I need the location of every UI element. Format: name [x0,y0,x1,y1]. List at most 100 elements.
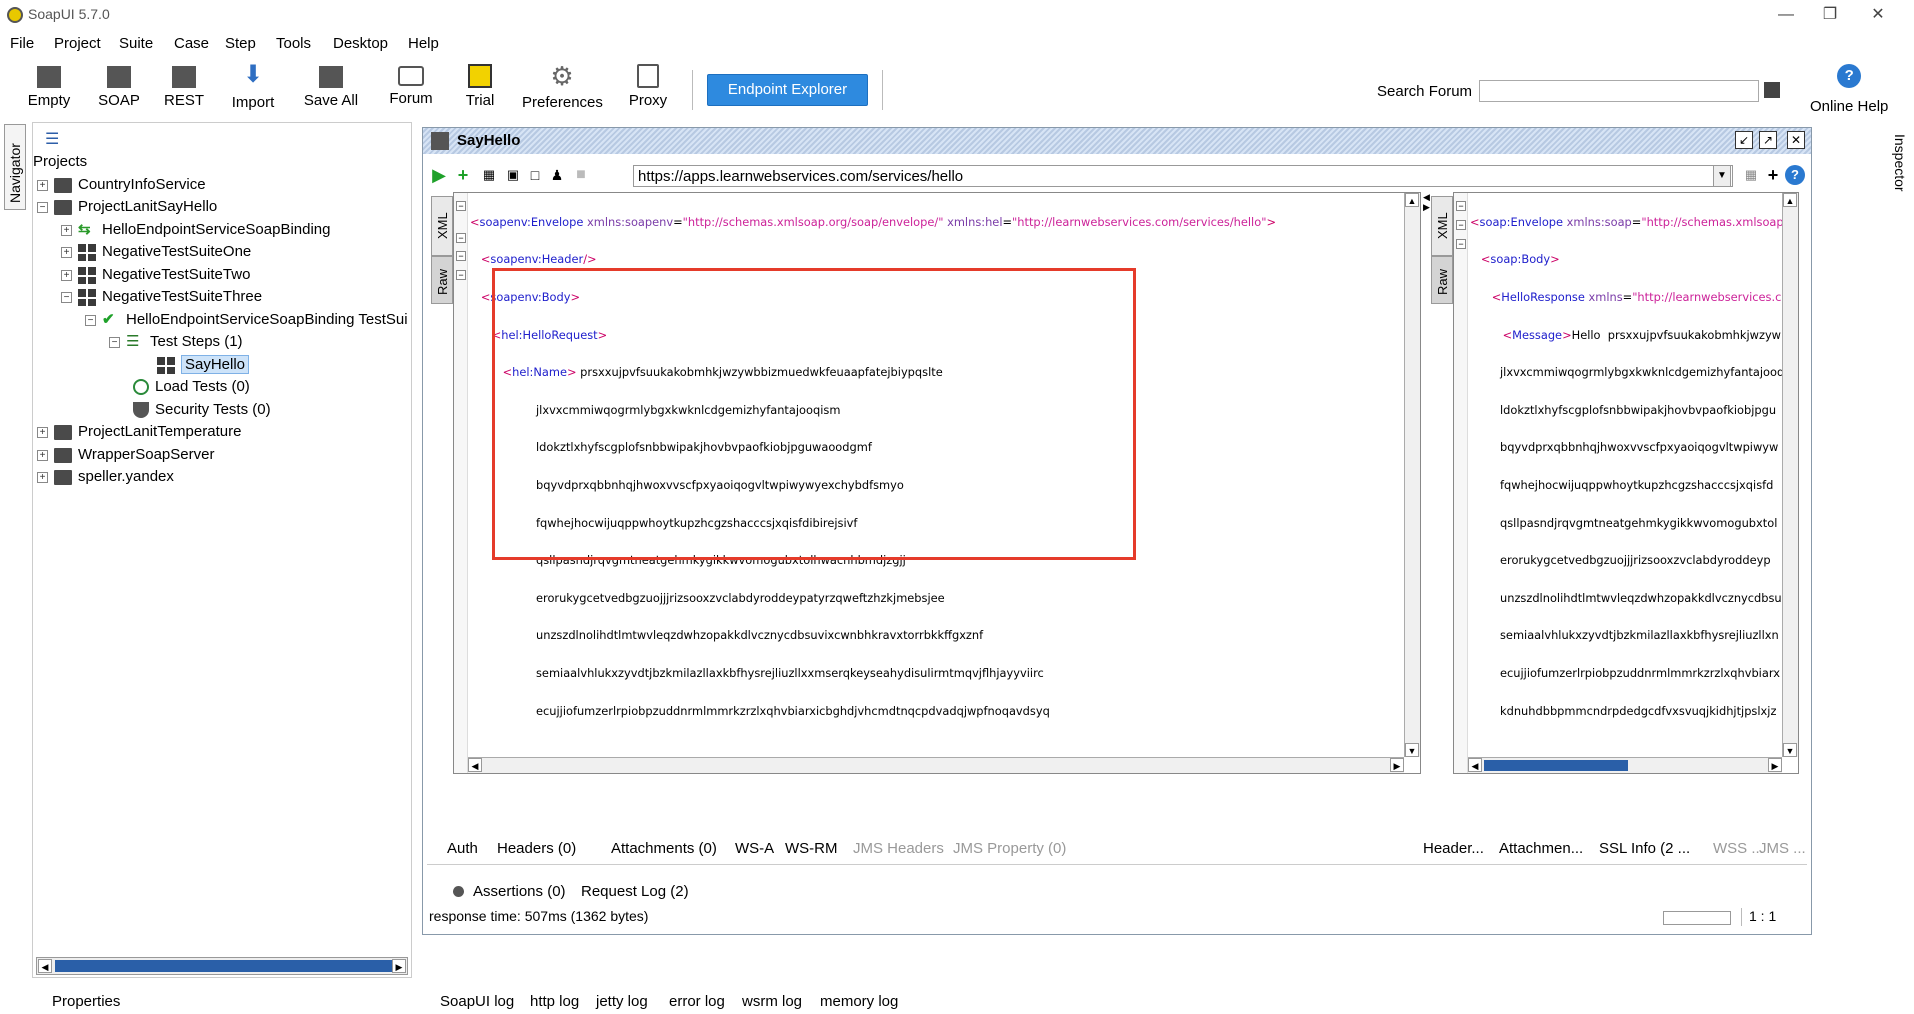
navigator-horizontal-scrollbar[interactable]: ◀ ▶ [36,957,408,975]
search-forum-input[interactable] [1479,80,1759,102]
online-help-button[interactable]: ? Online Help [1810,64,1888,115]
menu-case[interactable]: Case [174,35,209,52]
expand-icon[interactable]: + [37,449,48,461]
import-button[interactable]: ⬇ Import [228,62,278,112]
response-raw-tab[interactable]: Raw [1431,256,1453,304]
collapse-icon[interactable]: − [109,336,120,348]
expand-icon[interactable]: + [61,224,72,236]
proxy-button[interactable]: Proxy [628,62,668,109]
scroll-right-arrow-icon[interactable]: ▶ [1390,758,1404,772]
tree-item-wrappersoapserver[interactable]: + WrapperSoapServer [37,444,214,466]
menu-step[interactable]: Step [225,35,256,52]
format-icon[interactable]: ▣ [503,165,523,185]
fold-collapse-icon[interactable]: − [456,201,466,211]
request-vertical-scrollbar[interactable]: ▲ ▼ [1404,193,1420,757]
tree-item-negativetestsuitethree[interactable]: − NegativeTestSuiteThree [61,286,262,308]
preferences-button[interactable]: ⚙ Preferences [522,62,603,111]
tree-item-security-tests[interactable]: Security Tests (0) [133,399,271,421]
list-view-icon[interactable]: ☰ [45,129,59,149]
inspector-tab[interactable]: Inspector [1890,124,1910,214]
endpoint-url-field[interactable]: https://apps.learnwebservices.com/servic… [633,165,1733,187]
expand-icon[interactable]: + [37,179,48,191]
tab-ws-rm[interactable]: WS-RM [785,840,838,857]
scrollbar-thumb[interactable] [1484,760,1628,771]
create-mock-icon[interactable]: ▦ [479,165,499,185]
scrollbar-thumb[interactable] [55,960,393,972]
expand-icon[interactable]: + [37,471,48,483]
menu-tools[interactable]: Tools [276,35,311,52]
search-binoculars-icon[interactable] [1764,82,1780,98]
close-button[interactable]: ✕ [1860,3,1896,27]
tree-item-projectlanittemperature[interactable]: + ProjectLanitTemperature [37,421,241,443]
user-auth-icon[interactable]: ♟ [547,165,567,185]
menu-project[interactable]: Project [54,35,101,52]
properties-tab[interactable]: Properties [52,993,120,1010]
trial-button[interactable]: Trial [460,62,500,109]
tab-error-log[interactable]: error log [669,993,725,1010]
minimize-button[interactable]: — [1768,3,1804,27]
tree-item-projectlanitsayhello[interactable]: − ProjectLanitSayHello [37,196,217,218]
response-xml-pane[interactable]: − − − <soap:Envelope xmlns:soap="http://… [1453,192,1799,774]
url-dropdown-chevron-down-icon[interactable]: ▼ [1713,165,1731,187]
scroll-right-arrow-icon[interactable]: ▶ [392,959,406,973]
help-icon[interactable]: ? [1785,165,1805,185]
navigator-tab[interactable]: Navigator [4,124,26,210]
tab-response-attachments[interactable]: Attachmen... [1499,840,1583,857]
square-icon[interactable]: □ [525,165,545,185]
fold-collapse-icon[interactable]: − [1456,201,1466,211]
tree-item-negativetestsuitetwo[interactable]: + NegativeTestSuiteTwo [61,264,250,286]
fold-collapse-icon[interactable]: − [456,270,466,280]
tab-assertions[interactable]: Assertions (0) [473,883,566,900]
submit-request-play-icon[interactable]: ▶ [429,165,449,185]
tab-memory-log[interactable]: memory log [820,993,898,1010]
tree-item-testcase[interactable]: − ✔ HelloEndpointServiceSoapBinding TestSu… [85,309,408,331]
scroll-left-arrow-icon[interactable]: ◀ [1468,758,1482,772]
tab-http-log[interactable]: http log [530,993,579,1010]
scroll-up-arrow-icon[interactable]: ▲ [1405,193,1419,207]
splitter-arrows-icon[interactable]: ◀ ▶ [1423,192,1431,222]
fold-collapse-icon[interactable]: − [1456,239,1466,249]
expand-icon[interactable]: + [61,246,72,258]
close-editor-icon[interactable]: ✕ [1787,131,1805,149]
collapse-icon[interactable]: − [37,201,48,213]
edit-endpoint-icon[interactable]: ▦ [1741,165,1761,185]
scroll-right-arrow-icon[interactable]: ▶ [1768,758,1782,772]
menu-desktop[interactable]: Desktop [333,35,388,52]
request-raw-tab[interactable]: Raw [431,256,453,304]
maximize-button[interactable]: ❐ [1812,3,1848,27]
menu-help[interactable]: Help [408,35,439,52]
request-xml-tab[interactable]: XML [431,196,453,256]
fold-collapse-icon[interactable]: − [1456,220,1466,230]
tree-item-negativetestsuiteone[interactable]: + NegativeTestSuiteOne [61,241,251,263]
tab-ws-a[interactable]: WS-A [735,840,774,857]
tree-item-sayhello[interactable]: SayHello [157,354,250,376]
tab-attachments[interactable]: Attachments (0) [611,840,717,857]
tab-auth[interactable]: Auth [447,840,478,857]
menu-file[interactable]: File [10,35,34,52]
expand-icon[interactable]: + [37,426,48,438]
request-horizontal-scrollbar[interactable]: ◀ ▶ [468,757,1404,773]
tree-item-speller-yandex[interactable]: + speller.yandex [37,466,174,488]
fold-collapse-icon[interactable]: − [456,233,466,243]
response-vertical-scrollbar[interactable]: ▲ ▼ [1782,193,1798,757]
collapse-icon[interactable]: − [61,291,72,303]
forum-button[interactable]: Forum [388,62,434,107]
response-xml-content[interactable]: <soap:Envelope xmlns:soap="http://schema… [1470,194,1782,734]
tab-response-headers[interactable]: Header... [1423,840,1484,857]
soap-project-button[interactable]: SOAP [98,62,140,109]
rest-project-button[interactable]: REST [164,62,204,109]
endpoint-explorer-button[interactable]: Endpoint Explorer [707,74,868,106]
save-all-button[interactable]: Save All [302,62,360,109]
scroll-down-arrow-icon[interactable]: ▼ [1405,743,1419,757]
tree-item-load-tests[interactable]: Load Tests (0) [133,376,250,398]
response-horizontal-scrollbar[interactable]: ◀ ▶ [1468,757,1782,773]
tree-item-soapbinding[interactable]: + ⇆ HelloEndpointServiceSoapBinding [61,219,331,241]
scroll-up-arrow-icon[interactable]: ▲ [1783,193,1797,207]
tab-jetty-log[interactable]: jetty log [596,993,648,1010]
maximize-icon[interactable]: ↗ [1759,131,1777,149]
add-endpoint-plus-icon[interactable]: + [1763,165,1783,185]
dock-icon[interactable]: ↙ [1735,131,1753,149]
response-xml-tab[interactable]: XML [1431,196,1453,256]
collapse-icon[interactable]: − [85,314,96,326]
tab-ssl-info[interactable]: SSL Info (2 ... [1599,840,1690,857]
